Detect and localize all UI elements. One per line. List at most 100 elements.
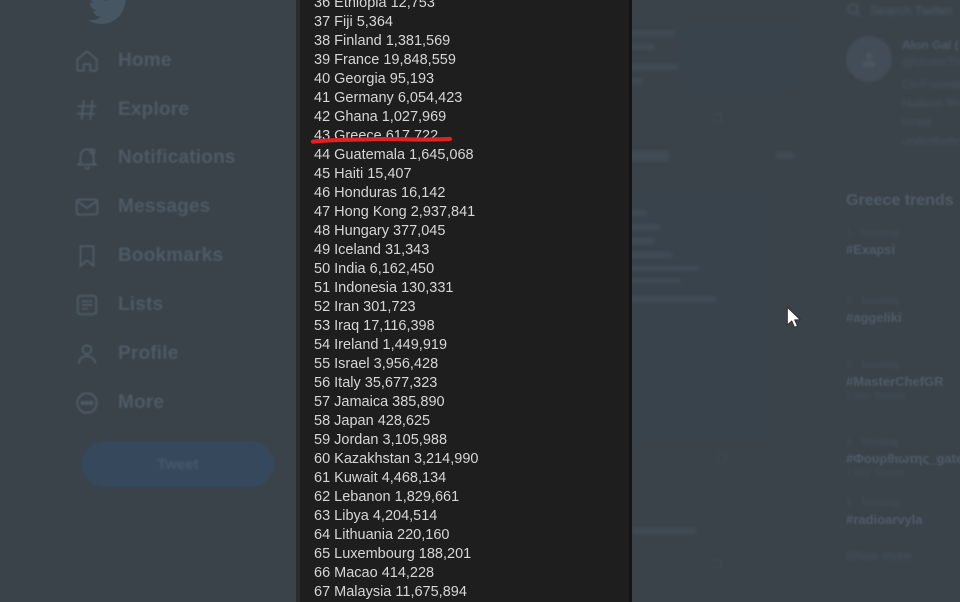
search-icon [846, 2, 862, 18]
country-row: 53 Iraq 17,116,398 [314, 318, 435, 334]
sidebar-item-label: Lists [118, 294, 164, 315]
country-row: 62 Lebanon 1,829,661 [314, 489, 460, 505]
avatar[interactable] [846, 36, 892, 82]
country-row: 63 Libya 4,204,514 [314, 508, 438, 524]
trend-tag: #aggeliki [846, 310, 902, 325]
trend-meta: 5 · Trending [846, 498, 900, 509]
sidebar-item-label: Notifications [118, 147, 236, 168]
country-row: 37 Fiji 5,364 [314, 14, 393, 30]
country-row: 59 Jordan 3,105,988 [314, 432, 448, 448]
trend-item[interactable]: 2 · Trending #aggeliki [846, 296, 960, 327]
country-row: 51 Indonesia 130,331 [314, 280, 454, 296]
country-row: 57 Jamaica 385,890 [314, 394, 445, 410]
country-row: 42 Ghana 1,027,969 [314, 109, 447, 125]
sidebar-item-bookmarks[interactable]: Bookmarks [74, 234, 223, 278]
sidebar-item-messages[interactable]: Messages [74, 185, 210, 229]
profile-name: Alon Gal ( [902, 38, 959, 52]
country-row: 55 Israel 3,956,428 [314, 356, 439, 372]
sidebar-item-label: Bookmarks [118, 245, 224, 266]
country-row: 66 Macao 414,228 [314, 565, 435, 581]
sidebar-item-explore[interactable]: Explore [74, 88, 189, 132]
country-row: 36 Ethiopia 12,753 [314, 0, 435, 11]
trend-tag: #Φουρθιωτης_gate [846, 451, 960, 466]
twitter-bird-icon[interactable] [88, 0, 130, 28]
tweet-action-icon[interactable]: ❐ [717, 452, 727, 465]
sidebar-item-label: More [118, 392, 165, 413]
trend-meta: 4 · Trending [846, 437, 900, 448]
trend-count: 7,591 Tweets [846, 391, 906, 402]
trend-meta: 3 · Trending [846, 360, 900, 371]
sidebar-nav: Home Explore Notifications Messages Book… [60, 0, 300, 602]
right-sidebar: Search Twitter Alon Gal ( @UnderTheBreac… [838, 0, 960, 602]
country-row: 46 Honduras 16,142 [314, 185, 446, 201]
country-row: 67 Malaysia 11,675,894 [314, 584, 467, 600]
show-more-link[interactable]: Show more [846, 548, 912, 563]
country-row: 44 Guatemala 1,645,068 [314, 147, 474, 163]
trend-item[interactable]: 4 · Trending #Φουρθιωτης_gate 1,922 Twee… [846, 437, 960, 479]
panel-edge [629, 0, 632, 602]
hashtag-icon [74, 97, 100, 123]
sidebar-item-label: Profile [118, 343, 179, 364]
trend-item[interactable]: 1 · Trending #Exapsi [846, 228, 960, 259]
country-row: 60 Kazakhstan 3,214,990 [314, 451, 479, 467]
screen: Home Explore Notifications Messages Book… [0, 0, 960, 602]
trend-item[interactable]: 3 · Trending #MasterChefGR 7,591 Tweets [846, 360, 960, 402]
sidebar-item-label: Messages [118, 196, 211, 217]
search-input[interactable]: Search Twitter [846, 2, 953, 18]
country-row: 52 Iran 301,723 [314, 299, 416, 315]
country-row: 61 Kuwait 4,468,134 [314, 470, 447, 486]
sidebar-item-home[interactable]: Home [74, 39, 172, 83]
tweet-text-line [617, 296, 717, 302]
sidebar-item-label: Home [118, 50, 172, 71]
profile-bio-line: Co-Founder [902, 77, 960, 91]
bookmark-icon [74, 243, 100, 269]
tweet-text-line [631, 528, 697, 534]
sidebar-item-lists[interactable]: Lists [74, 283, 163, 327]
trend-count: 1,922 Tweets [846, 468, 906, 479]
tweet-button[interactable]: Tweet [82, 441, 274, 487]
country-row: 65 Luxembourg 188,201 [314, 546, 472, 562]
envelope-icon [74, 194, 100, 220]
profile-handle: @UnderTheBreach [902, 55, 960, 69]
country-row: 39 France 19,848,559 [314, 52, 456, 68]
country-row: 47 Hong Kong 2,937,841 [314, 204, 476, 220]
trend-meta: 2 · Trending [846, 296, 900, 307]
trends-title: Greece trends [846, 192, 954, 209]
country-row: 40 Georgia 95,193 [314, 71, 435, 87]
profile-bio-line: Israel [902, 115, 932, 129]
list-icon [74, 292, 100, 318]
country-row: 43 Greece 617.722 [314, 128, 439, 144]
sidebar-item-notifications[interactable]: Notifications [74, 136, 236, 180]
tweet-action-icon[interactable]: ❐ [713, 558, 723, 571]
sidebar-item-label: Explore [118, 99, 190, 120]
country-list: 36 Ethiopia 12,753 37 Fiji 5,364 38 Finlan… [314, 0, 624, 602]
trend-tag: #Exapsi [846, 242, 896, 257]
tweet-more-icon[interactable]: ··· [783, 488, 794, 500]
person-icon [74, 341, 100, 367]
timeline-column: ❐ ❐ ··· ❐ [603, 0, 831, 602]
sidebar-item-profile[interactable]: Profile [74, 332, 179, 376]
search-placeholder: Search Twitter [870, 2, 953, 18]
arrow-cursor [785, 306, 803, 330]
trend-tag: #MasterChefGR [846, 374, 944, 389]
country-row: 45 Haiti 15,407 [314, 166, 412, 182]
country-row: 38 Finland 1,381,569 [314, 33, 451, 49]
panel-scrollbar[interactable] [296, 0, 300, 602]
country-row: 49 Iceland 31,343 [314, 242, 430, 258]
country-list-panel[interactable]: 36 Ethiopia 12,753 37 Fiji 5,364 38 Finlan… [296, 0, 632, 602]
trend-tag: #radioarvyla [846, 512, 923, 527]
trend-meta: 1 · Trending [846, 228, 900, 239]
country-row: 56 Italy 35,677,323 [314, 375, 438, 391]
tweet-time-line [775, 152, 795, 159]
tweet-action-icon[interactable]: ❐ [713, 112, 723, 125]
more-circle-icon [74, 390, 100, 416]
profile-bio-line: Hudson Rock [902, 96, 960, 110]
bell-icon [74, 145, 100, 171]
country-row: 64 Lithuania 220,160 [314, 527, 450, 543]
country-row: 48 Hungary 377,045 [314, 223, 446, 239]
country-row: 54 Ireland 1,449,919 [314, 337, 448, 353]
profile-bio-line: underthebreach [902, 134, 960, 148]
sidebar-item-more[interactable]: More [74, 381, 164, 425]
trend-item[interactable]: 5 · Trending #radioarvyla [846, 498, 960, 529]
country-row: 58 Japan 428,625 [314, 413, 431, 429]
